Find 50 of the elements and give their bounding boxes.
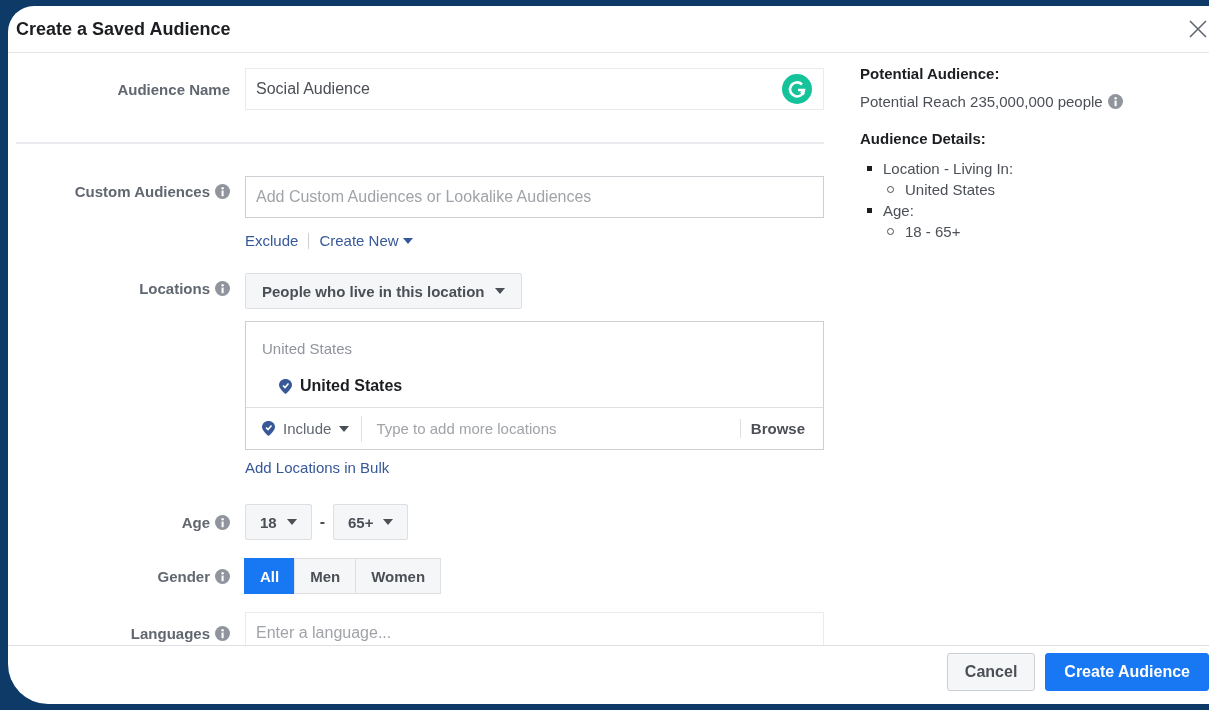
- detail-text: Location - Living In:: [883, 159, 1014, 179]
- bulk-locations-link[interactable]: Add Locations in Bulk: [245, 459, 824, 476]
- custom-audiences-field[interactable]: Add Custom Audiences or Lookalike Audiences: [245, 176, 824, 218]
- field-label: Age: [181, 513, 210, 531]
- browse-button[interactable]: Browse: [739, 419, 811, 438]
- info-icon: [215, 514, 230, 530]
- detail-text: 18 - 65+: [905, 222, 961, 242]
- detail-text: United States: [905, 180, 996, 200]
- age-min-dropdown[interactable]: 18: [245, 504, 312, 540]
- selected-location: United States: [300, 377, 403, 395]
- create-audience-button[interactable]: Create Audience: [1045, 653, 1209, 691]
- bullet-icon: [867, 208, 872, 213]
- cancel-button[interactable]: Cancel: [946, 653, 1036, 691]
- field-label: Custom Audiences: [74, 182, 210, 200]
- bullet-icon: [867, 166, 872, 171]
- age-max-dropdown[interactable]: 65+: [333, 504, 409, 540]
- caret-icon: [339, 425, 350, 432]
- dialog-title: Create a Saved Audience: [16, 18, 231, 40]
- info-icon: [215, 568, 230, 584]
- info-icon: [1107, 94, 1123, 109]
- caret-icon: [383, 519, 394, 525]
- info-icon: [215, 625, 230, 641]
- field-label: Gender: [157, 567, 210, 585]
- grammar-check-icon[interactable]: [782, 74, 812, 104]
- location-dropdown[interactable]: People who live in this location: [245, 273, 522, 309]
- link[interactable]: Exclude: [245, 232, 299, 249]
- location-group-heading: United States: [261, 339, 354, 357]
- gender-option[interactable]: All: [244, 558, 296, 594]
- field-label: Languages: [130, 624, 210, 642]
- caret-icon: [286, 519, 297, 525]
- field-label: Locations: [139, 279, 210, 297]
- close-icon[interactable]: [1189, 20, 1207, 38]
- info-icon: [215, 280, 230, 296]
- gender-option[interactable]: Men: [294, 558, 357, 594]
- pin-icon: [279, 378, 292, 394]
- name-field[interactable]: Social Audience: [245, 68, 824, 110]
- age-separator: -: [319, 513, 325, 531]
- link[interactable]: Create New: [319, 232, 413, 249]
- pin-icon: [262, 421, 275, 436]
- reach-text: Potential Reach 235,000,000 people: [860, 93, 1103, 110]
- include-dropdown[interactable]: Include: [262, 415, 363, 442]
- caret-icon: [494, 288, 505, 294]
- gender-option[interactable]: Women: [355, 558, 442, 594]
- section-heading: Potential Audience:: [860, 65, 1001, 82]
- caret-icon: [402, 237, 413, 244]
- info-icon: [215, 183, 230, 199]
- language-field[interactable]: Enter a language...: [245, 612, 824, 645]
- section-heading: Audience Details:: [860, 130, 987, 147]
- field-label: Audience Name: [117, 80, 230, 98]
- detail-text: Age:: [883, 201, 914, 221]
